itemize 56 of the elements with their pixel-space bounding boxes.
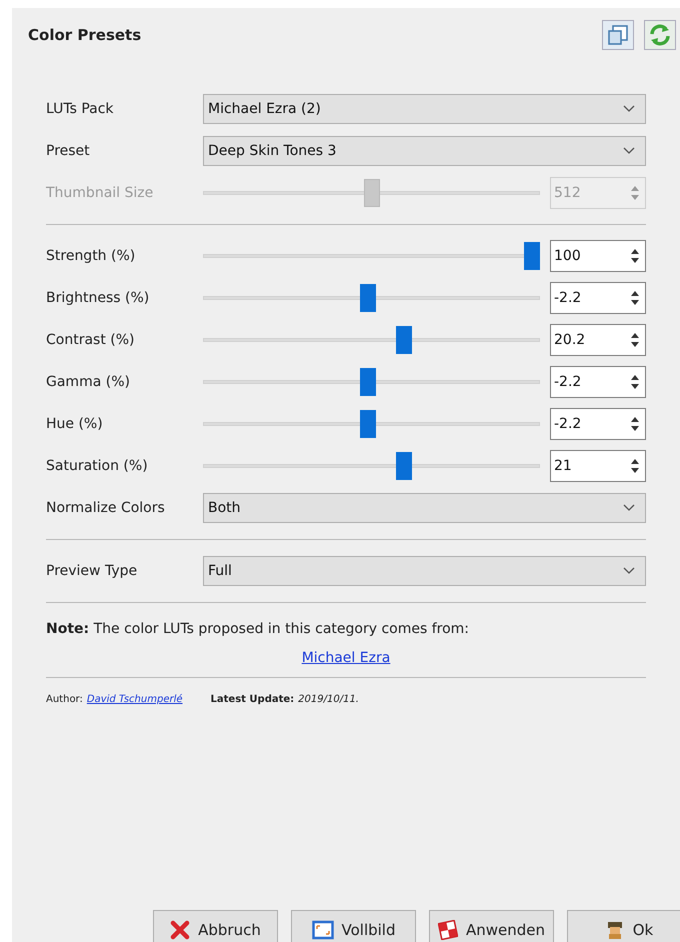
slider[interactable] xyxy=(203,242,540,270)
field-label: Contrast (%) xyxy=(46,330,136,350)
chevron-down-icon xyxy=(623,504,635,512)
field-label: Preset xyxy=(46,142,91,160)
cross-icon xyxy=(170,920,190,940)
update-label: Latest Update: xyxy=(210,693,294,707)
field-label: Normalize Colors xyxy=(46,498,166,518)
spin-box[interactable]: -2.2 xyxy=(550,408,646,440)
dropdown[interactable]: Deep Skin Tones 3 xyxy=(203,136,646,166)
dialog-button[interactable]: Abbruch xyxy=(153,910,278,942)
panel-title: Color Presets xyxy=(28,24,142,46)
slider[interactable] xyxy=(203,452,540,480)
author-link[interactable]: David Tschumperlé xyxy=(86,692,183,707)
refresh-button[interactable] xyxy=(644,20,676,50)
window-frame-icon xyxy=(312,920,334,940)
spin-box[interactable]: 21 xyxy=(550,450,646,482)
author-label: Author: xyxy=(46,693,83,707)
spin-box[interactable]: -2.2 xyxy=(550,366,646,398)
spin-box[interactable]: -2.2 xyxy=(550,282,646,314)
field-label: Hue (%) xyxy=(46,414,104,434)
chevron-down-icon xyxy=(623,147,635,155)
slider-thumb[interactable] xyxy=(360,410,376,438)
detach-button[interactable] xyxy=(602,20,634,50)
chevron-down-icon xyxy=(623,105,635,113)
field-label: Brightness (%) xyxy=(46,288,150,308)
slider-thumb[interactable] xyxy=(524,242,540,270)
slider[interactable] xyxy=(203,410,540,438)
slider-thumb[interactable] xyxy=(360,284,376,312)
chevron-down-icon xyxy=(623,567,635,575)
slider-thumb[interactable] xyxy=(396,326,412,354)
windows-icon xyxy=(607,24,629,46)
checker-icon xyxy=(438,920,458,940)
note-text: Note: The color LUTs proposed in this category comes from: xyxy=(46,620,470,639)
slider[interactable] xyxy=(203,368,540,396)
slider[interactable] xyxy=(203,326,540,354)
field-label: Preview Type xyxy=(46,562,138,580)
slider[interactable] xyxy=(203,284,540,312)
slider-thumb[interactable] xyxy=(396,452,412,480)
dialog-button[interactable]: Ok xyxy=(567,910,680,942)
update-date: 2019/10/11. xyxy=(298,693,359,707)
dialog-button[interactable]: Vollbild xyxy=(291,910,416,942)
spin-box[interactable]: 100 xyxy=(550,240,646,272)
field-label: Strength (%) xyxy=(46,246,136,266)
dropdown[interactable]: Both xyxy=(203,493,646,523)
refresh-icon xyxy=(648,23,672,47)
field-label: Thumbnail Size xyxy=(46,184,154,202)
field-label: Gamma (%) xyxy=(46,372,131,392)
source-link[interactable]: Michael Ezra xyxy=(302,648,390,669)
field-label: Saturation (%) xyxy=(46,456,149,476)
field-label: LUTs Pack xyxy=(46,100,115,118)
spin-box[interactable]: 20.2 xyxy=(550,324,646,356)
slider-thumb[interactable] xyxy=(360,368,376,396)
slider[interactable] xyxy=(203,179,540,207)
dropdown[interactable]: Full xyxy=(203,556,646,586)
dialog-button[interactable]: Anwenden xyxy=(429,910,554,942)
dropdown[interactable]: Michael Ezra (2) xyxy=(203,94,646,124)
